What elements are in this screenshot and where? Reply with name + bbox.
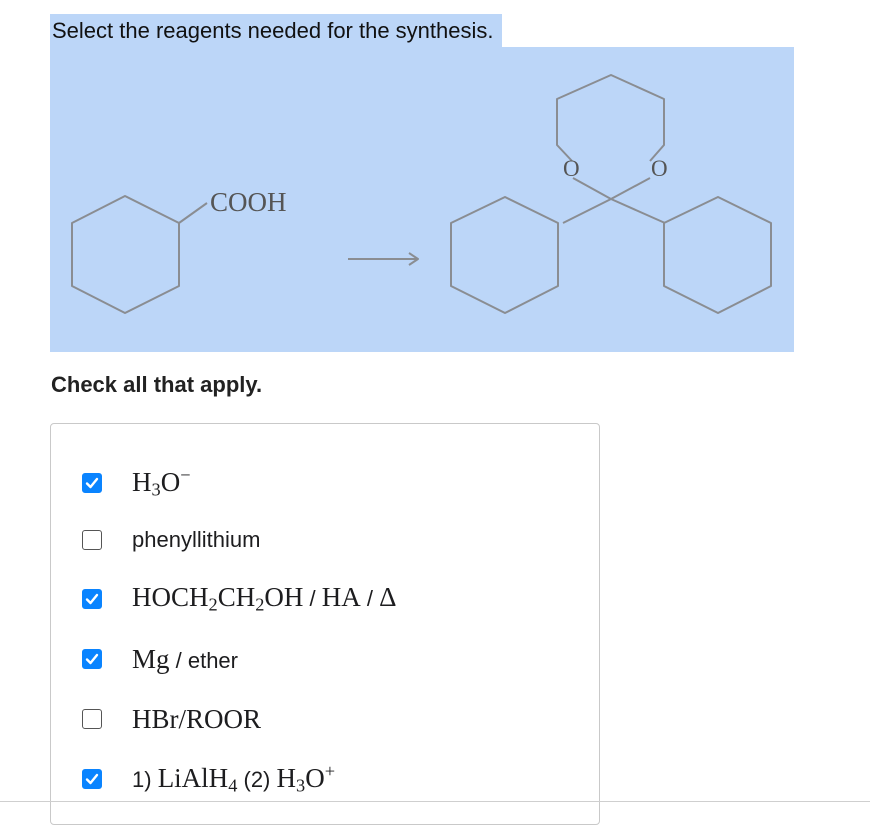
dioxane-ring <box>556 74 665 162</box>
cyclohexane-ring-reactant <box>71 195 180 314</box>
checkmark-icon <box>85 773 99 785</box>
oxygen-right-label: O <box>651 156 668 181</box>
checkmark-icon <box>85 653 99 665</box>
checkbox[interactable] <box>82 769 102 789</box>
checkmark-icon <box>85 593 99 605</box>
oxygen-left-label: O <box>563 156 580 181</box>
page-divider <box>0 801 870 802</box>
answer-options: H3O− phenyllithium HOCH2CH2OH / HA / Δ M… <box>50 423 600 825</box>
bond-to-cooh <box>178 202 208 224</box>
cooh-label: COOH <box>210 187 287 217</box>
checkbox[interactable] <box>82 709 102 729</box>
option-label: H3O− <box>132 465 191 500</box>
checkbox[interactable] <box>82 649 102 669</box>
option-label: phenyllithium <box>132 527 261 552</box>
cyclohexane-ring-left <box>450 196 559 314</box>
checkbox[interactable] <box>82 473 102 493</box>
reaction-diagram: COOH O O <box>71 74 772 314</box>
question-text: Select the reagents needed for the synth… <box>50 14 502 47</box>
checkbox[interactable] <box>82 589 102 609</box>
instruction-text: Check all that apply. <box>51 372 263 397</box>
option-label: 1) LiAlH4 (2) H3O+ <box>132 761 336 796</box>
option-label: Mg / ether <box>132 643 238 674</box>
option-label: HOCH2CH2OH / HA / Δ <box>132 582 397 615</box>
cyclohexane-ring-right <box>663 196 772 314</box>
option-label: HBr/ROOR <box>132 703 262 734</box>
reaction-scheme: COOH O O <box>50 47 794 352</box>
checkmark-icon <box>85 477 99 489</box>
checkbox[interactable] <box>82 530 102 550</box>
